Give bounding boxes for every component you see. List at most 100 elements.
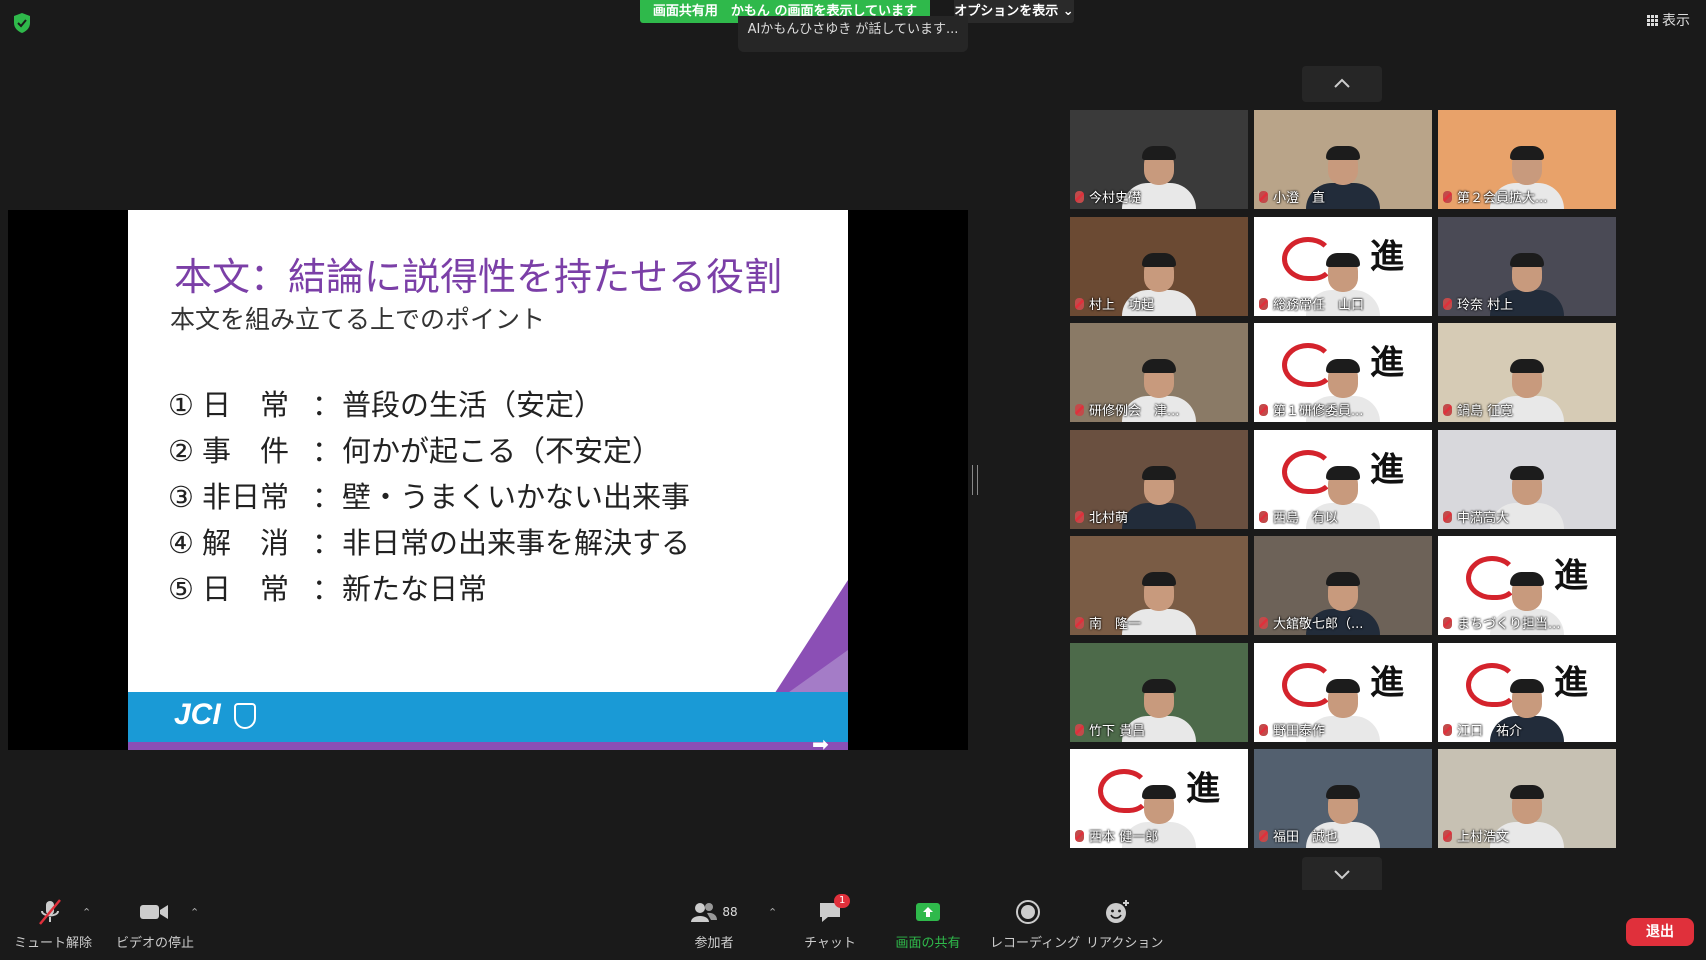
grid-icon [1647, 15, 1658, 26]
split-view-resize-handle[interactable] [972, 465, 978, 495]
security-shield-icon[interactable] [12, 12, 32, 34]
leave-meeting-button[interactable]: 退出 [1626, 918, 1694, 946]
participant-name: 江口 祐介 [1457, 723, 1523, 739]
participant-video-tile[interactable]: 中満高大 [1438, 429, 1616, 529]
chat-label: チャット [804, 936, 856, 951]
participant-video-tile[interactable]: 玲奈 村上 [1438, 216, 1616, 316]
view-options-button[interactable]: オプションを表示 ⌄ [954, 0, 1074, 23]
participant-video-tile[interactable]: 大舘敬七郎（... [1254, 536, 1432, 635]
participant-video-tile[interactable]: 北村萌 [1070, 429, 1248, 529]
slide-point-desc: 何かが起こる（不安定） [342, 434, 662, 468]
participant-name: 総務常任 山口 [1273, 297, 1365, 313]
record-button[interactable]: レコーディング [990, 896, 1081, 951]
slide-point-term: 解 消 [202, 526, 290, 560]
participant-video-tile[interactable]: 進西島 有以 [1254, 429, 1432, 529]
muted-mic-icon [1443, 297, 1452, 310]
participant-name: 村上 功起 [1089, 297, 1155, 313]
participant-name-label: 総務常任 山口 [1259, 294, 1428, 313]
record-icon [1016, 900, 1040, 924]
slide-point: ①日 常 ：普段の生活（安定） [168, 382, 690, 428]
participant-name-label: 西本 健一郎 [1075, 826, 1244, 845]
video-options-caret[interactable]: ⌃ [190, 906, 199, 919]
microphone-muted-icon [39, 899, 61, 925]
chevron-down-icon [1334, 870, 1350, 880]
slide-point-desc: 壁・うまくいかない出来事 [342, 480, 691, 514]
participant-video-tile[interactable]: 竹下 貴昌 [1070, 642, 1248, 742]
participant-name-label: 北村萌 [1075, 507, 1244, 526]
muted-mic-icon [1259, 617, 1268, 629]
next-slide-arrow-icon: ➡ [812, 732, 829, 750]
participant-video-tile[interactable]: 南 隆一 [1070, 536, 1248, 635]
view-button[interactable]: 表示 [1647, 10, 1690, 30]
gallery-scroll-up-button[interactable] [1302, 66, 1382, 102]
slide-point-list: ①日 常：普段の生活（安定） ② 事 件：何かが起こる（不安定） ③ 非日常 ：壁・うまく… [168, 382, 690, 612]
jci-logo: JCI [174, 698, 221, 731]
reactions-button[interactable]: リアクション [1086, 896, 1164, 951]
participants-icon [691, 903, 718, 922]
smiley-reaction-icon [1106, 900, 1129, 923]
muted-mic-icon [1259, 830, 1268, 842]
participant-name: 福田 誠也 [1273, 830, 1339, 845]
participant-video-tile[interactable]: 進西本 健一郎 [1070, 749, 1248, 848]
participant-video-tile[interactable]: 鍋島 征寛 [1438, 323, 1616, 422]
gallery-scroll-down-button[interactable] [1302, 857, 1382, 893]
chat-button[interactable]: 1 チャット [800, 894, 860, 951]
participant-name: 上村浩文 [1457, 830, 1510, 845]
jci-emblem-icon [234, 703, 256, 729]
participant-name-label: 今村史礎 [1075, 187, 1244, 206]
participant-name-label: 野田泰作 [1259, 720, 1428, 739]
share-screen-button[interactable]: 画面の共有 [890, 896, 966, 951]
view-label: 表示 [1662, 13, 1690, 29]
participant-video-tile[interactable]: 研修例会 津... [1070, 323, 1248, 422]
participant-video-tile[interactable]: 村上 功起 [1070, 216, 1248, 316]
slide-point: ④解 消 ：非日常の出来事を解決する [168, 520, 690, 566]
reactions-label: リアクション [1086, 936, 1164, 951]
slide-point-desc: 普段の生活（安定） [342, 388, 604, 422]
muted-mic-icon [1443, 404, 1452, 416]
participant-name: 第１研修委員... [1273, 404, 1364, 419]
participant-name-label: 竹下 貴昌 [1075, 720, 1244, 739]
muted-mic-icon [1259, 510, 1268, 523]
muted-mic-icon [1075, 297, 1084, 310]
participant-video-tile[interactable]: 小澄 直 [1254, 110, 1432, 209]
participants-button[interactable]: 88 参加者 [686, 896, 742, 951]
slide-point-num: ① [168, 388, 194, 422]
participant-name-label: 第２会員拡大... [1443, 187, 1612, 206]
slide-point-term: 日 常 [202, 572, 290, 606]
audio-options-caret[interactable]: ⌃ [82, 906, 91, 919]
presentation-slide: 本文：結論に説得性を持たせる役割 本文を組み立てる上でのポイント ①日 常：普段… [128, 210, 848, 750]
participant-name: 今村史礎 [1089, 191, 1142, 206]
participant-video-tile[interactable]: 進江口 祐介 [1438, 642, 1616, 742]
slide-point-num: ② [168, 434, 194, 468]
participant-video-tile[interactable]: 福田 誠也 [1254, 749, 1432, 848]
participant-name-label: 上村浩文 [1443, 826, 1612, 845]
record-label: レコーディング [990, 936, 1081, 951]
slide-point-num: ④ [168, 526, 194, 560]
muted-mic-icon [1443, 830, 1452, 842]
meeting-toolbar: ミュート解除 ⌃ ビデオの停止 ⌃ 88 参加者 ⌃ 1 チャット 画面の共有 [0, 890, 1706, 960]
participant-video-tile[interactable]: 第２会員拡大... [1438, 110, 1616, 209]
muted-mic-icon [1443, 510, 1452, 523]
participant-video-tile[interactable]: 進総務常任 山口 [1254, 216, 1432, 316]
participant-name: 玲奈 村上 [1457, 297, 1514, 313]
participant-name: 南 隆一 [1089, 617, 1142, 632]
slide-point-term: 日 常 [202, 388, 290, 422]
slide-point-sep: ： [312, 434, 342, 468]
muted-mic-icon [1443, 723, 1452, 736]
participant-video-tile[interactable]: 今村史礎 [1070, 110, 1248, 209]
stop-video-button[interactable]: ビデオの停止 [116, 896, 194, 951]
unmute-button[interactable]: ミュート解除 [14, 896, 92, 951]
participant-video-tile[interactable]: 進まちづくり担当... [1438, 536, 1616, 635]
participant-video-tile[interactable]: 進第１研修委員... [1254, 323, 1432, 422]
participant-video-tile[interactable]: 上村浩文 [1438, 749, 1616, 848]
participant-count: 88 [722, 905, 738, 919]
participant-name: 鍋島 征寛 [1457, 404, 1514, 419]
muted-mic-icon [1075, 723, 1084, 736]
muted-mic-icon [1259, 191, 1268, 203]
slide-point-num: ③ [168, 480, 194, 514]
slide-point: ②事 件 ：何かが起こる（不安定） [168, 428, 690, 474]
participants-options-caret[interactable]: ⌃ [768, 906, 777, 919]
participant-name-label: 中満高大 [1443, 507, 1612, 526]
participant-name: 竹下 貴昌 [1089, 723, 1146, 739]
participant-video-tile[interactable]: 進野田泰作 [1254, 642, 1432, 742]
